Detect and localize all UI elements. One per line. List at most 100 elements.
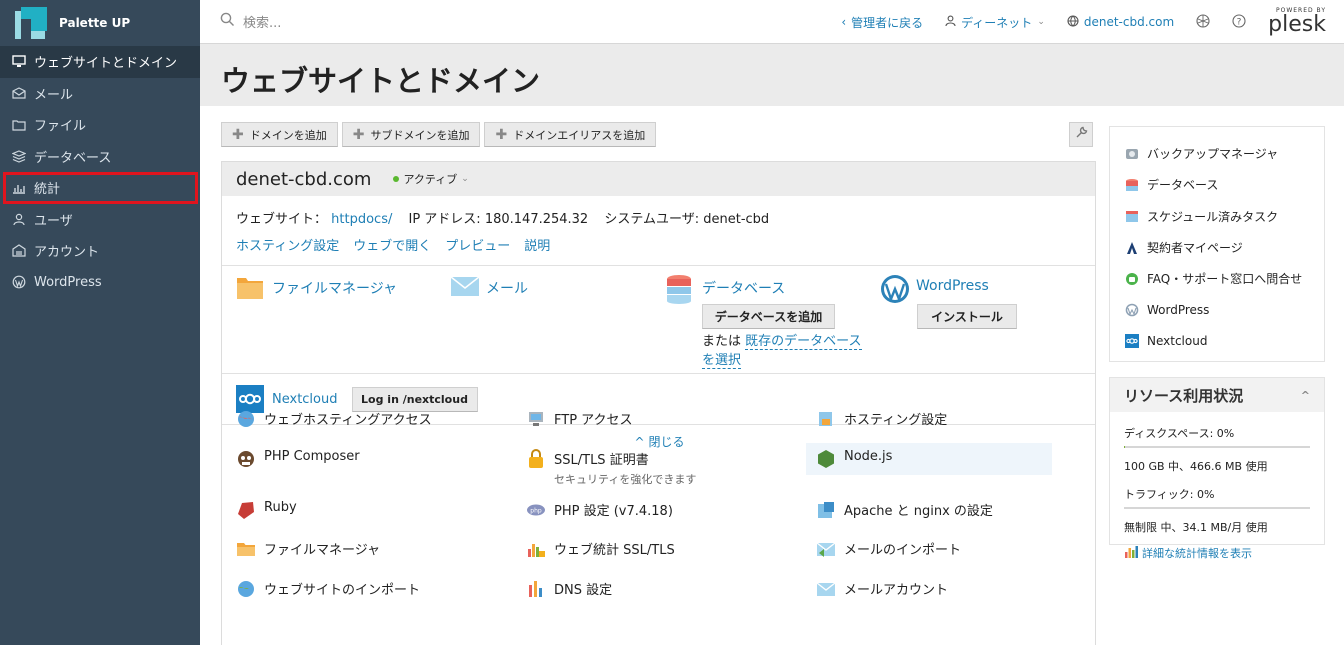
- sidebar-item-databases[interactable]: データベース: [0, 141, 200, 173]
- domain-info: ウェブサイト： httpdocs/ IP アドレス: 180.147.254.3…: [222, 196, 1095, 254]
- tool-item[interactable]: Ruby: [236, 500, 297, 520]
- tool-item[interactable]: メールのインポート: [816, 539, 961, 559]
- tool-text: Ruby: [264, 500, 297, 515]
- disk-label: ディスクスペース: 0%: [1124, 427, 1235, 440]
- tool-item[interactable]: php PHP 設定 (v7.4.18): [526, 500, 673, 520]
- tool-item[interactable]: ホスティング設定: [816, 409, 947, 429]
- tool-text: DNS 設定: [554, 579, 612, 598]
- help-icon[interactable]: ?: [1232, 13, 1246, 31]
- right-link-item[interactable]: スケジュール済みタスク: [1110, 201, 1324, 232]
- folder-icon: [12, 118, 26, 132]
- plesk-logo: POWERED BY plesk: [1268, 8, 1326, 36]
- tool-item[interactable]: ファイルマネージャ: [236, 539, 380, 559]
- tool-text: メールのインポート: [844, 539, 961, 558]
- tool-item[interactable]: ウェブ統計 SSL/TLS: [526, 539, 675, 559]
- account-icon: [12, 244, 26, 258]
- sidebar-item-mail[interactable]: メール: [0, 78, 200, 110]
- quick-file-manager[interactable]: ファイルマネージャ: [236, 274, 397, 302]
- user-icon: [945, 15, 956, 30]
- tool-item[interactable]: PHP Composer: [236, 449, 360, 469]
- tool-item[interactable]: DNS 設定: [526, 579, 612, 599]
- right-link-item[interactable]: Nextcloud: [1110, 326, 1324, 357]
- apache-icon: [816, 500, 836, 520]
- sidebar-item-websites[interactable]: ウェブサイトとドメイン: [0, 46, 200, 78]
- right-link-label: WordPress: [1147, 303, 1210, 318]
- tool-item[interactable]: メールアカウント: [816, 579, 948, 599]
- resource-header[interactable]: リソース利用状況 ^: [1110, 378, 1324, 412]
- right-link-label: バックアップマネージャ: [1147, 147, 1279, 162]
- open-web-link[interactable]: ウェブで開く: [353, 235, 431, 254]
- mypage-icon: [1125, 241, 1139, 255]
- nextcloud-link[interactable]: Nextcloud: [272, 392, 338, 407]
- right-link-item[interactable]: 契約者マイページ: [1110, 232, 1324, 263]
- help-community-icon[interactable]: [1196, 13, 1210, 31]
- right-link-item[interactable]: FAQ・サポート窓口へ問合せ: [1110, 263, 1324, 294]
- brand[interactable]: Palette UP: [0, 0, 200, 46]
- search-input[interactable]: 検索...: [220, 12, 820, 31]
- support-icon: [1125, 272, 1139, 286]
- right-link-item[interactable]: バックアップマネージャ: [1110, 138, 1324, 169]
- website-link[interactable]: httpdocs/: [331, 212, 392, 227]
- status-dropdown[interactable]: アクティブ ⌄: [393, 171, 469, 187]
- sidebar-item-files[interactable]: ファイル: [0, 109, 200, 141]
- right-link-label: データベース: [1147, 178, 1219, 193]
- lock-icon: [526, 449, 546, 469]
- bar-chart-icon: [1124, 545, 1138, 561]
- right-link-item[interactable]: データベース: [1110, 169, 1324, 200]
- tool-item[interactable]: ウェブホスティングアクセス: [236, 409, 432, 429]
- database-link[interactable]: データベース: [702, 278, 785, 298]
- mail-link[interactable]: メール: [486, 278, 528, 298]
- quick-mail[interactable]: メール: [450, 274, 528, 302]
- sidebar-item-users[interactable]: ユーザ: [0, 204, 200, 236]
- file-manager-link[interactable]: ファイルマネージャ: [272, 278, 397, 298]
- tool-item[interactable]: Node.js: [806, 443, 1053, 475]
- wrench-button[interactable]: [1069, 122, 1093, 147]
- user-menu-label: ディーネット: [961, 15, 1033, 30]
- globe-user-icon: [236, 409, 256, 429]
- sidebar-item-label: WordPress: [34, 274, 102, 290]
- tool-text: ホスティング設定: [844, 409, 947, 428]
- database-icon: [666, 274, 694, 304]
- tool-label: ウェブホスティングアクセス: [264, 413, 432, 428]
- tool-text: FTP アクセス: [554, 409, 633, 428]
- quick-wordpress[interactable]: WordPress: [880, 274, 989, 303]
- sidebar-item-account[interactable]: アカウント: [0, 235, 200, 267]
- sidebar-item-wordpress[interactable]: WordPress: [0, 267, 200, 299]
- wordpress-link[interactable]: WordPress: [916, 278, 989, 294]
- right-link-label: スケジュール済みタスク: [1147, 209, 1279, 224]
- domain-panel: denet-cbd.com アクティブ ⌄ ウェブサイト： httpdocs/ I…: [221, 161, 1096, 645]
- add-database-button[interactable]: データベースを追加: [702, 304, 835, 329]
- preview-link[interactable]: プレビュー: [445, 235, 510, 254]
- sidebar-item-statistics[interactable]: 統計: [0, 172, 200, 204]
- chevron-up-icon: ^: [1300, 388, 1310, 402]
- hosting-settings-link[interactable]: ホスティング設定: [236, 235, 339, 254]
- add-subdomain-button[interactable]: ✚ サブドメインを追加: [341, 122, 481, 147]
- sidebar-item-label: データベース: [34, 150, 112, 166]
- right-link-label: FAQ・サポート窓口へ問合せ: [1147, 272, 1303, 287]
- description-link[interactable]: 説明: [524, 235, 550, 254]
- search-placeholder: 検索...: [243, 16, 282, 31]
- stats-link[interactable]: 詳細な統計情報を表示: [1142, 545, 1252, 561]
- ip-value: 180.147.254.32: [484, 212, 589, 227]
- tool-item[interactable]: ウェブサイトのインポート: [236, 579, 420, 599]
- disk-usage: ディスクスペース: 0% 100 GB 中、466.6 MB 使用: [1124, 425, 1310, 474]
- nextcloud-login-button[interactable]: Log in /nextcloud: [351, 386, 478, 412]
- disk-detail: 100 GB 中、466.6 MB 使用: [1124, 460, 1268, 473]
- tool-item[interactable]: FTP アクセス: [526, 409, 633, 429]
- quick-database[interactable]: データベース: [666, 274, 785, 304]
- wordpress-install-button[interactable]: インストール: [917, 304, 1017, 329]
- tool-text: Node.js: [844, 449, 892, 464]
- tool-item[interactable]: SSL/TLS 証明書 セキュリティを強化できます: [526, 449, 696, 487]
- wordpress-icon: [880, 274, 909, 303]
- tool-text: ウェブサイトのインポート: [264, 579, 420, 598]
- chevron-down-icon: ⌄: [1037, 17, 1045, 27]
- domain-link[interactable]: denet-cbd.com: [1067, 14, 1174, 30]
- user-menu[interactable]: ディーネット ⌄: [945, 14, 1045, 31]
- sidebar-item-label: メール: [34, 87, 74, 103]
- right-link-item[interactable]: WordPress: [1110, 294, 1324, 325]
- back-to-admin-link[interactable]: ‹ 管理者に戻る: [841, 14, 923, 31]
- ruby-icon: [236, 500, 256, 520]
- add-alias-button[interactable]: ✚ ドメインエイリアスを追加: [484, 122, 657, 147]
- tool-item[interactable]: Apache と nginx の設定: [816, 500, 993, 520]
- add-domain-button[interactable]: ✚ ドメインを追加: [221, 122, 338, 147]
